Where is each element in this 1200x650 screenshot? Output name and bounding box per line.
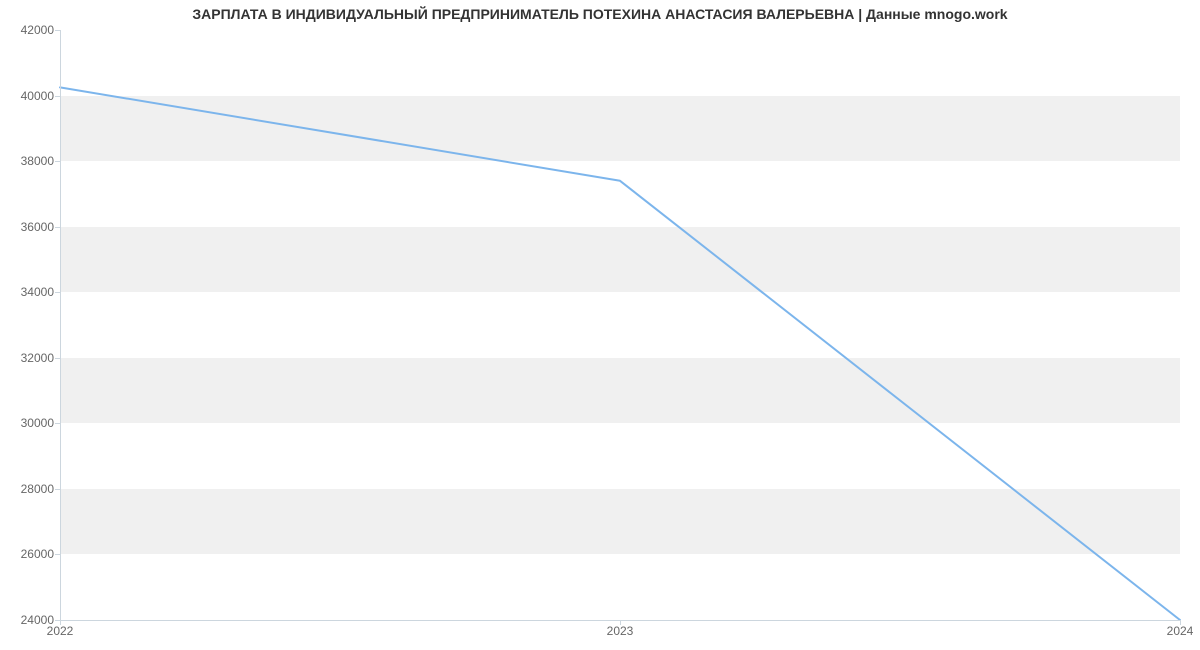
chart-container: ЗАРПЛАТА В ИНДИВИДУАЛЬНЫЙ ПРЕДПРИНИМАТЕЛ…	[0, 0, 1200, 650]
y-tick-mark	[55, 489, 60, 490]
x-tick-label: 2024	[1167, 624, 1194, 638]
y-tick-mark	[55, 423, 60, 424]
y-tick-label: 36000	[0, 220, 54, 234]
y-tick-label: 32000	[0, 351, 54, 365]
y-tick-label: 34000	[0, 285, 54, 299]
y-tick-mark	[55, 30, 60, 31]
y-tick-label: 26000	[0, 547, 54, 561]
y-tick-mark	[55, 358, 60, 359]
x-tick-label: 2023	[607, 624, 634, 638]
y-tick-label: 38000	[0, 154, 54, 168]
y-tick-mark	[55, 161, 60, 162]
y-axis-line	[60, 30, 61, 620]
y-tick-mark	[55, 292, 60, 293]
plot-area: 2400026000280003000032000340003600038000…	[60, 30, 1180, 620]
chart-title: ЗАРПЛАТА В ИНДИВИДУАЛЬНЫЙ ПРЕДПРИНИМАТЕЛ…	[0, 6, 1200, 22]
y-tick-mark	[55, 554, 60, 555]
y-tick-label: 42000	[0, 23, 54, 37]
y-tick-mark	[55, 96, 60, 97]
y-tick-mark	[55, 227, 60, 228]
y-tick-label: 40000	[0, 89, 54, 103]
y-tick-label: 28000	[0, 482, 54, 496]
x-tick-label: 2022	[47, 624, 74, 638]
y-tick-label: 30000	[0, 416, 54, 430]
line-series	[60, 30, 1180, 620]
